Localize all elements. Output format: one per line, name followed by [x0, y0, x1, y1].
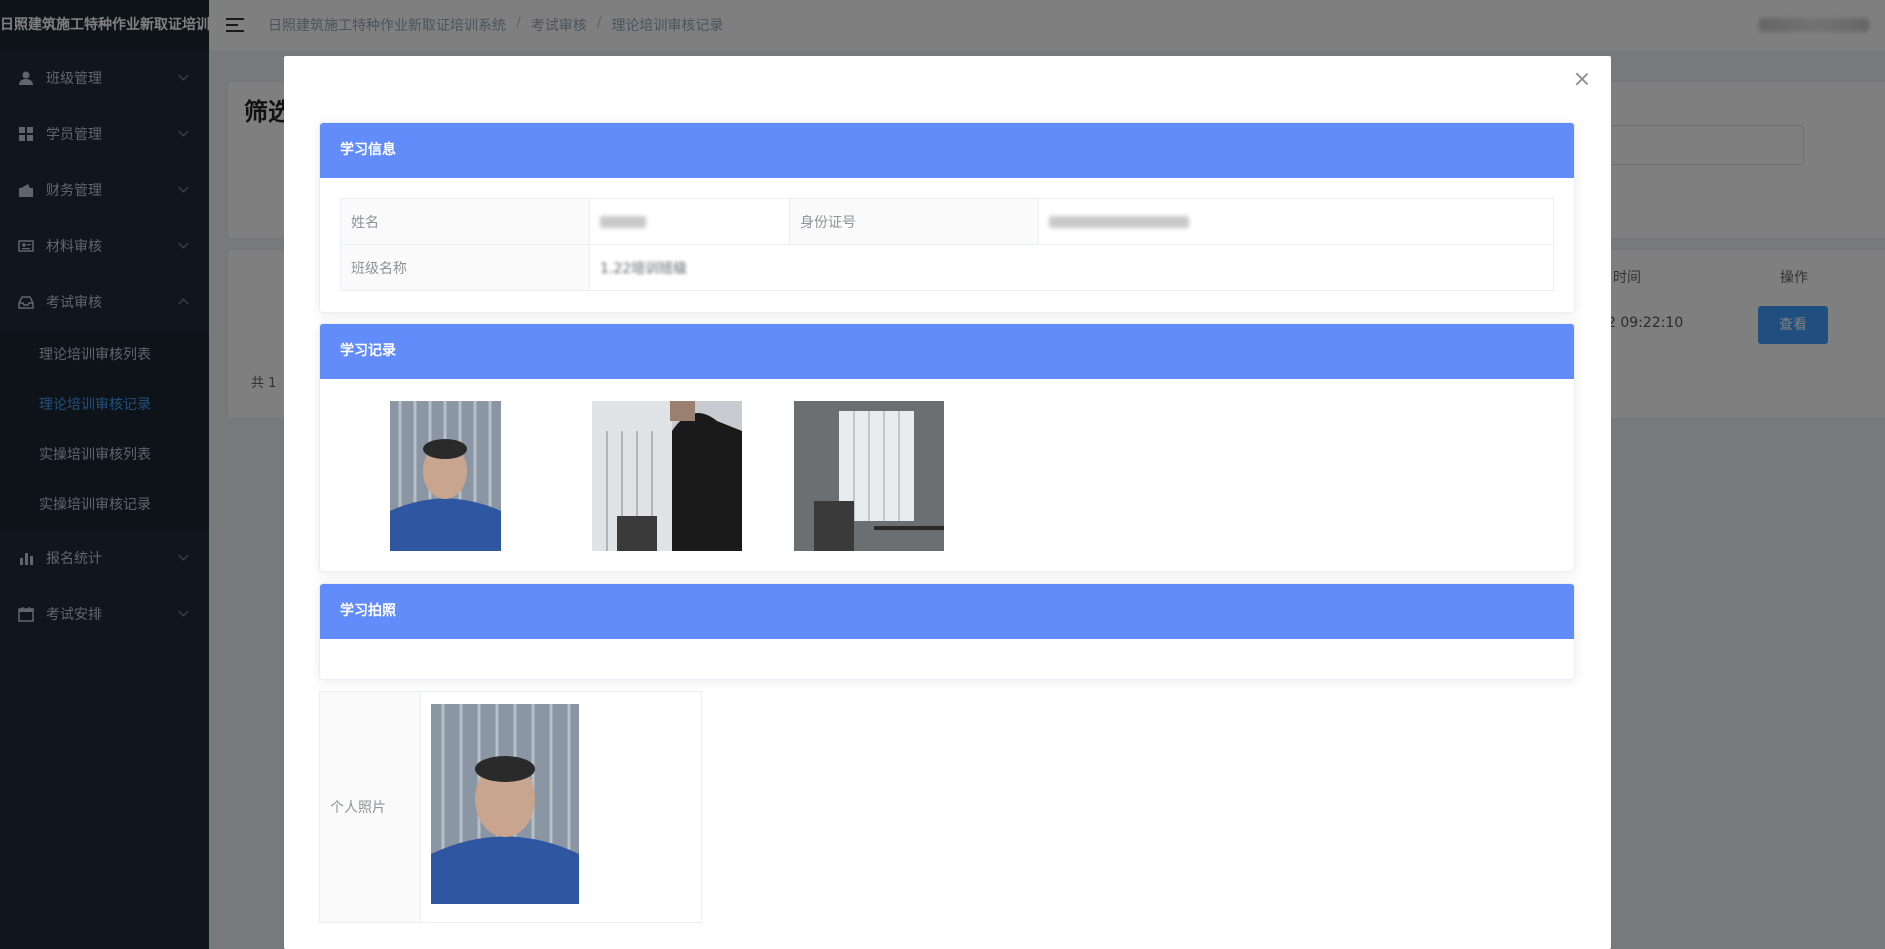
id-number-label: 身份证号 [789, 198, 1039, 245]
name-label: 姓名 [340, 198, 590, 245]
record-photo-face[interactable] [390, 401, 501, 551]
study-info-section: 学习信息 姓名 身份证号 班级名称 1.22培训班级 [319, 122, 1575, 313]
study-record-section: 学习记录 [319, 323, 1575, 572]
study-info-title: 学习信息 [320, 123, 1574, 178]
study-photo-title: 学习拍照 [320, 584, 1574, 639]
personal-photo-table: 个人照片 [319, 691, 702, 923]
study-info-table: 姓名 身份证号 班级名称 1.22培训班级 [340, 198, 1554, 291]
close-icon[interactable] [1575, 72, 1589, 86]
record-photo-room-person[interactable] [592, 401, 742, 551]
detail-modal: 学习信息 姓名 身份证号 班级名称 1.22培训班级 学习记录 学习拍照 个人照… [284, 56, 1611, 949]
name-value [589, 198, 790, 245]
id-number-value [1038, 198, 1554, 245]
study-record-photos [320, 379, 1574, 571]
study-photo-section: 学习拍照 [319, 583, 1575, 680]
personal-photo-label: 个人照片 [320, 692, 421, 922]
record-photo-room-window[interactable] [794, 401, 944, 551]
class-name-label: 班级名称 [340, 244, 590, 291]
personal-photo-cell [421, 692, 701, 922]
study-record-title: 学习记录 [320, 324, 1574, 379]
class-name-value: 1.22培训班级 [589, 244, 1554, 291]
personal-photo[interactable] [431, 704, 579, 904]
